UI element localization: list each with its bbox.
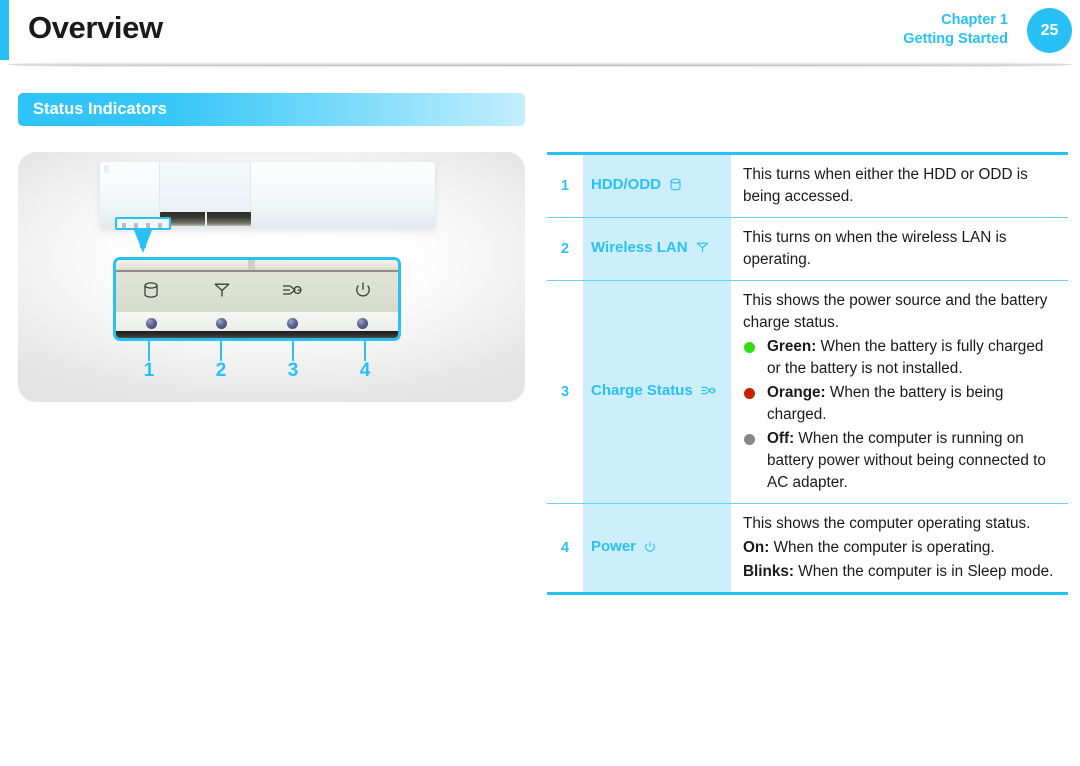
table-row: 2 Wireless LAN This turns on when the wi…	[547, 217, 1068, 281]
row-label-text: Charge Status	[591, 382, 693, 399]
table-row: 3 Charge Status This shows the power sou…	[547, 280, 1068, 504]
bullet-text: When the computer is in Sleep mode.	[794, 563, 1054, 580]
row-description: This turns on when the wireless LAN is o…	[731, 217, 1068, 281]
leader-line-4	[364, 341, 366, 361]
section-title: Status Indicators	[33, 100, 167, 118]
row-description-lead: This shows the computer operating status…	[743, 515, 1031, 532]
bullet-term: Orange:	[767, 384, 826, 401]
row-description: This shows the computer operating status…	[731, 503, 1068, 594]
led-dot-power	[357, 317, 369, 329]
callout-number-4: 4	[359, 360, 371, 381]
wireless-lan-icon	[187, 281, 258, 304]
row-label: Power	[583, 503, 731, 594]
chapter-section-name: Getting Started	[903, 31, 1008, 47]
led-slot-2	[187, 317, 258, 329]
charge-status-icon	[700, 383, 717, 402]
row-description: This shows the power source and the batt…	[731, 280, 1068, 504]
row-number: 2	[547, 217, 583, 281]
power-icon	[328, 281, 399, 304]
bullet-text: When the computer is operating.	[769, 539, 995, 556]
power-state-list: On: When the computer is operating. Blin…	[743, 537, 1058, 583]
row-number: 1	[547, 153, 583, 218]
detail-panel-bottom-edge	[116, 331, 398, 338]
list-item: On: When the computer is operating.	[743, 537, 1058, 559]
led-dot-hdd	[145, 317, 157, 329]
row-number: 3	[547, 280, 583, 504]
row-number: 4	[547, 503, 583, 594]
header-accent-bar	[0, 0, 9, 60]
led-slot-4	[328, 317, 399, 329]
row-description-lead: This shows the power source and the batt…	[743, 292, 1048, 331]
list-item: Orange: When the battery is being charge…	[743, 382, 1058, 426]
off-bullet	[744, 434, 755, 445]
status-indicator-illustration: 1 2 3 4	[18, 152, 525, 402]
leader-line-3	[292, 341, 294, 361]
header-divider-line	[30, 65, 1050, 66]
led-slot-3	[257, 317, 328, 329]
row-description: This turns when either the HDD or ODD is…	[731, 153, 1068, 218]
leader-line-2	[220, 341, 222, 361]
status-indicator-table: 1 HDD/ODD This turns when either the HDD…	[547, 152, 1068, 595]
page-header: Overview Chapter 1 Getting Started 25	[0, 0, 1080, 62]
hdd-icon	[116, 281, 187, 304]
led-dot-charge	[286, 317, 298, 329]
indicator-icon-row	[116, 274, 398, 310]
charge-status-bullet-list: Green: When the battery is fully charged…	[743, 336, 1058, 494]
bullet-text: When the computer is running on battery …	[767, 430, 1046, 491]
led-strip-dots	[122, 223, 168, 228]
bullet-term: Blinks:	[743, 563, 794, 580]
callout-arrow-icon	[134, 230, 152, 253]
page-title: Overview	[28, 10, 163, 45]
row-label-text: HDD/ODD	[591, 176, 661, 193]
orange-bullet	[744, 388, 755, 399]
laptop-vent	[160, 212, 251, 226]
row-label: HDD/ODD	[583, 153, 731, 218]
row-label-text: Wireless LAN	[591, 239, 688, 256]
callout-number-2: 2	[215, 360, 227, 381]
green-bullet	[744, 342, 755, 353]
table-row: 4 Power This shows the computer operatin…	[547, 503, 1068, 594]
led-dot-row	[116, 315, 398, 331]
page-number-badge: 25	[1027, 8, 1072, 53]
table-row: 1 HDD/ODD This turns when either the HDD…	[547, 153, 1068, 218]
list-item: Off: When the computer is running on bat…	[743, 428, 1058, 494]
list-item: Blinks: When the computer is in Sleep mo…	[743, 561, 1058, 583]
led-slot-1	[116, 317, 187, 329]
callout-number-row: 1 2 3 4	[113, 360, 401, 386]
row-label: Charge Status	[583, 280, 731, 504]
led-detail-panel	[113, 257, 401, 341]
detail-panel-top-edge	[116, 260, 398, 272]
led-dot-wireless	[216, 317, 228, 329]
chapter-number: Chapter 1	[941, 12, 1008, 28]
row-label: Wireless LAN	[583, 217, 731, 281]
bullet-term: Off:	[767, 430, 795, 447]
section-title-bar: Status Indicators	[18, 93, 525, 126]
hdd-icon	[668, 177, 683, 196]
power-icon	[643, 540, 657, 558]
wireless-lan-icon	[695, 240, 710, 259]
charge-status-icon	[257, 281, 328, 304]
callout-number-1: 1	[143, 360, 155, 381]
row-label-text: Power	[591, 538, 637, 555]
list-item: Green: When the battery is fully charged…	[743, 336, 1058, 380]
bullet-term: On:	[743, 539, 770, 556]
bullet-term: Green:	[767, 338, 817, 355]
chapter-info: Chapter 1 Getting Started	[903, 11, 1008, 49]
manual-page: Overview Chapter 1 Getting Started 25 St…	[0, 0, 1080, 766]
led-strip-highlight	[115, 217, 171, 230]
callout-number-3: 3	[287, 360, 299, 381]
leader-line-1	[148, 341, 150, 361]
